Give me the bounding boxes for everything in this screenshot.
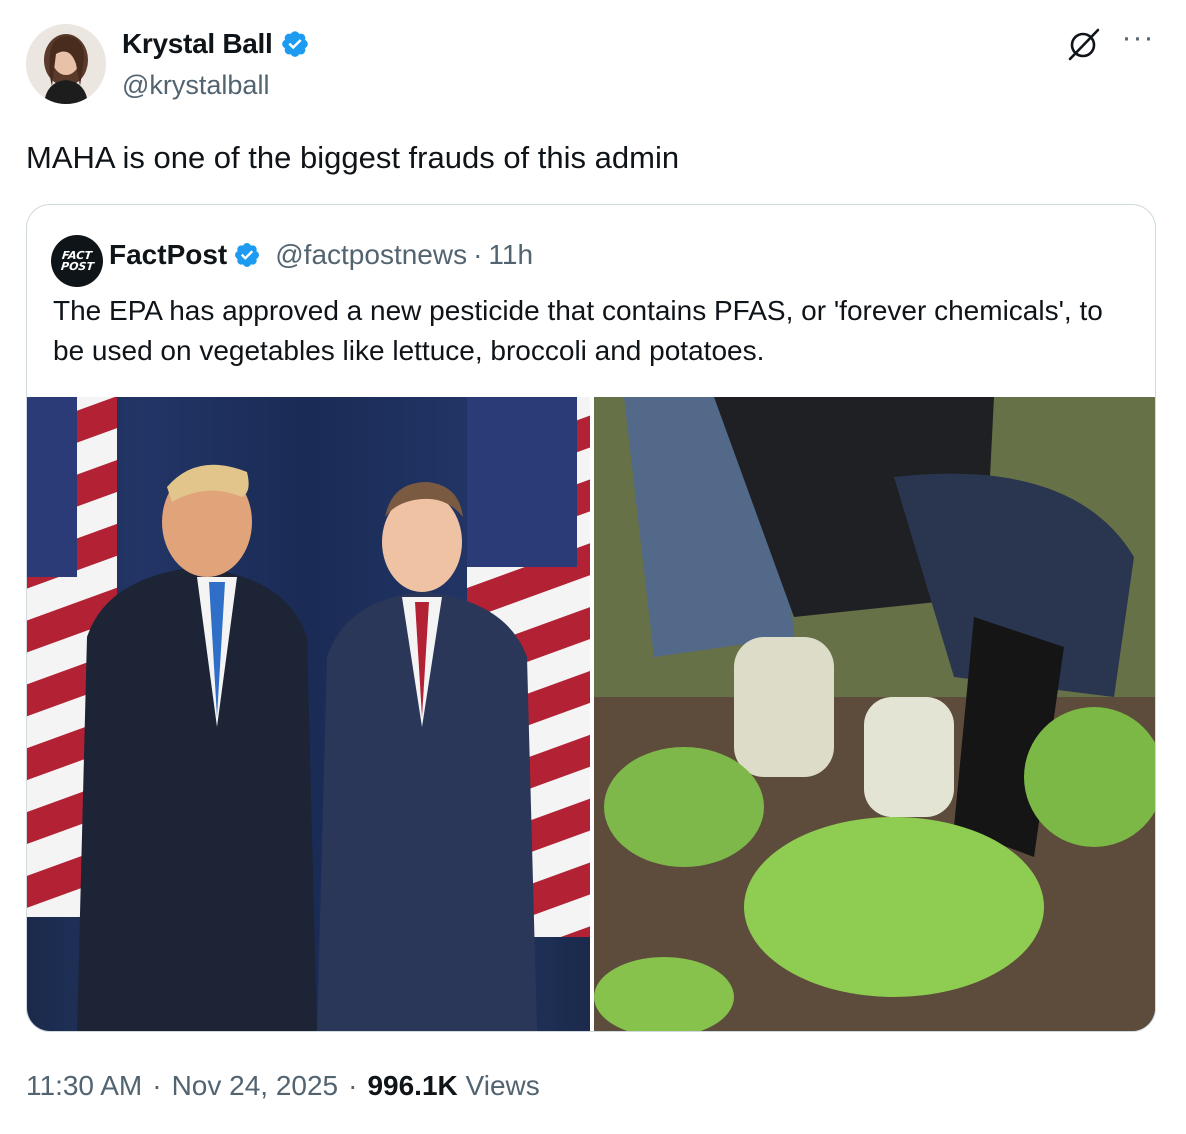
tweet-footer: 11:30 AM · Nov 24, 2025 · 996.1K Views <box>26 1070 540 1102</box>
factpost-logo-line2: POST <box>59 260 95 273</box>
quoted-media <box>27 397 1155 1031</box>
author-avatar[interactable] <box>26 24 106 104</box>
footer-separator: · <box>152 1070 162 1101</box>
quoted-text: The EPA has approved a new pesticide tha… <box>53 295 1103 366</box>
verified-badge-icon[interactable] <box>280 29 310 59</box>
quoted-separator: · <box>473 239 483 270</box>
quoted-header: FactPost @factpostnews · 11h <box>109 239 533 271</box>
author-name-row: Krystal Ball <box>122 28 310 60</box>
quoted-tweet-card[interactable]: FACT POST FactPost @factpostnews · 11h T… <box>26 204 1156 1032</box>
quoted-timestamp[interactable]: 11h <box>488 239 533 271</box>
views-count[interactable]: 996.1K <box>367 1070 457 1101</box>
quoted-author-name[interactable]: FactPost <box>109 239 227 271</box>
grok-icon[interactable] <box>1066 26 1102 62</box>
verified-badge-icon[interactable] <box>233 241 261 269</box>
quoted-author-handle[interactable]: @factpostnews <box>275 239 467 271</box>
author-avatar-image <box>26 24 106 104</box>
photo-two-men-flags-image <box>27 397 590 1031</box>
photo-farmer-lettuce[interactable] <box>594 397 1155 1031</box>
factpost-avatar[interactable]: FACT POST <box>51 235 103 287</box>
tweet-text: MAHA is one of the biggest frauds of thi… <box>26 140 680 175</box>
photo-two-men-flags[interactable] <box>27 397 590 1031</box>
tweet-date[interactable]: Nov 24, 2025 <box>172 1070 339 1102</box>
author-handle[interactable]: @krystalball <box>122 70 269 101</box>
photo-farmer-lettuce-image <box>594 397 1155 1031</box>
views-label: Views <box>465 1070 540 1101</box>
author-name[interactable]: Krystal Ball <box>122 28 273 60</box>
more-icon[interactable]: ··· <box>1116 23 1160 62</box>
tweet-time[interactable]: 11:30 AM <box>26 1070 142 1102</box>
footer-separator: · <box>348 1070 358 1101</box>
